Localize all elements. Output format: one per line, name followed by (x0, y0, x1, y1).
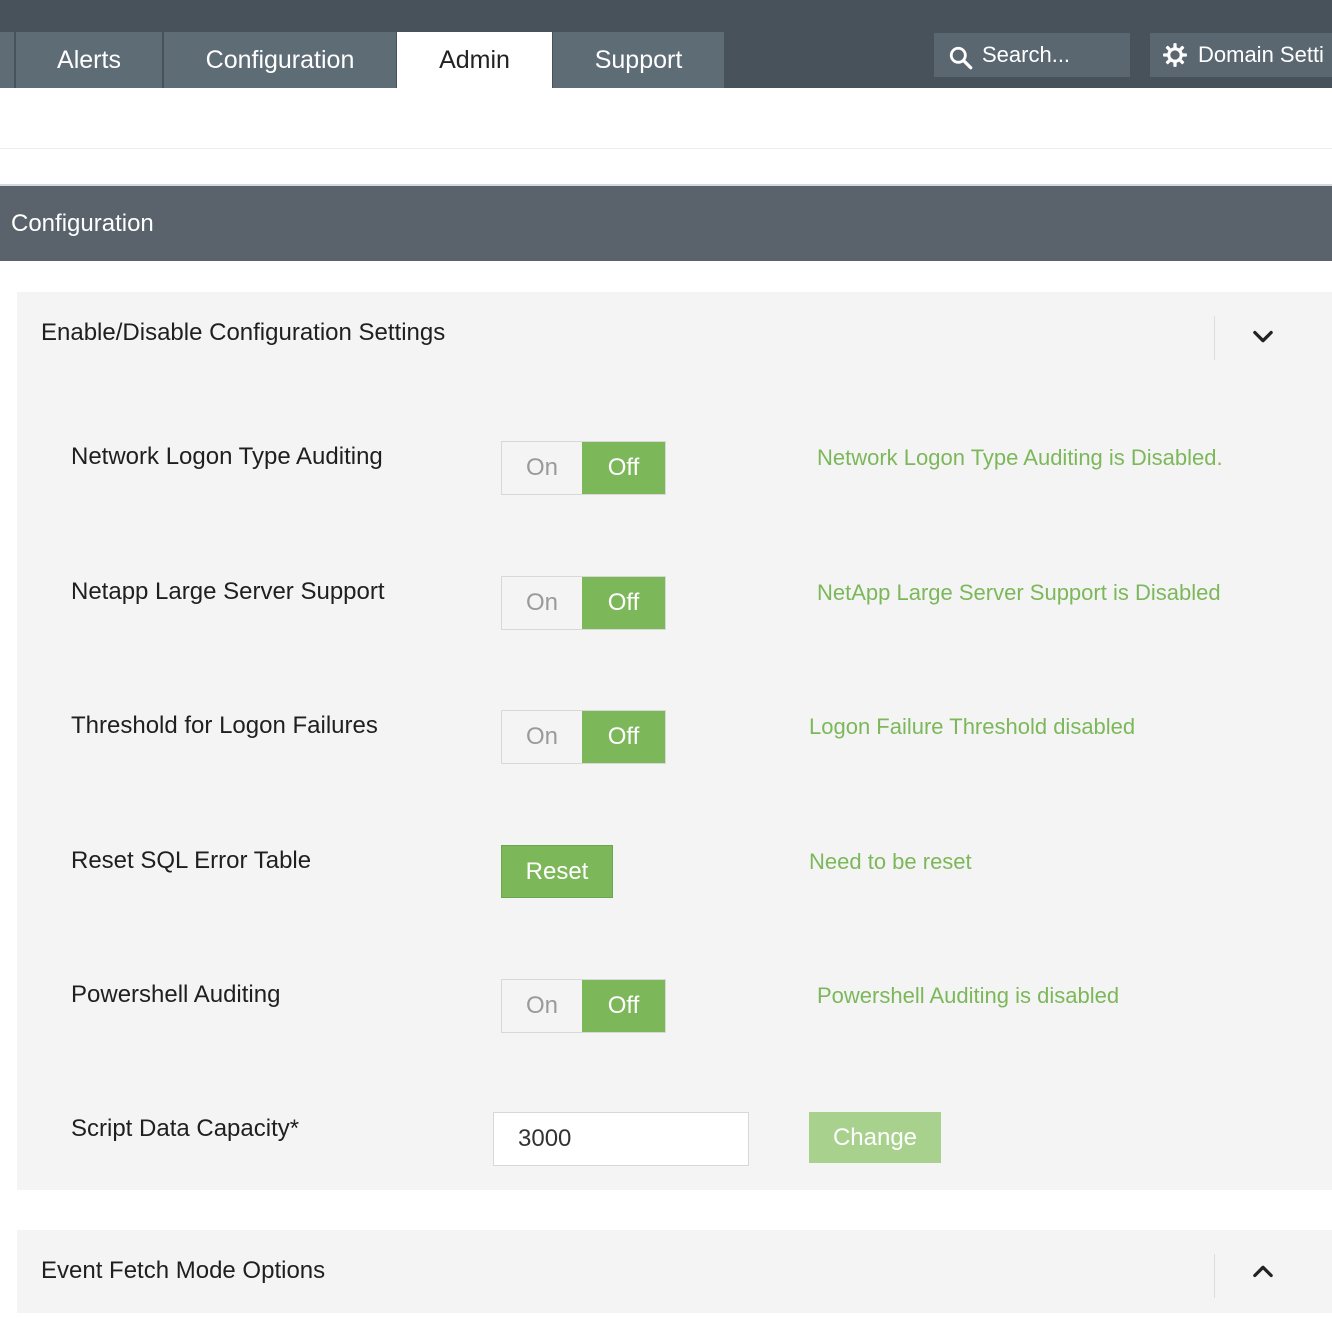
event-fetch-panel: Event Fetch Mode Options (17, 1230, 1332, 1313)
network-logon-toggle[interactable]: On Off (501, 441, 666, 495)
row-label-logon-threshold: Threshold for Logon Failures (71, 712, 378, 739)
row-label-reset-sql: Reset SQL Error Table (71, 847, 312, 874)
toggle-on-option[interactable]: On (502, 711, 582, 763)
status-text: Powershell Auditing is disabled (817, 983, 1120, 1008)
top-nav-bar: Alerts Configuration Admin Support Searc… (0, 0, 1332, 88)
reset-button[interactable]: Reset (501, 845, 613, 898)
panel-title: Event Fetch Mode Options (41, 1257, 326, 1284)
row-label-script-capacity: Script Data Capacity* (71, 1115, 300, 1142)
input-value: 3000 (518, 1125, 572, 1152)
divider (1214, 316, 1215, 360)
tab-alerts[interactable]: Alerts (16, 32, 162, 88)
row-label-network-logon: Network Logon Type Auditing (71, 443, 383, 470)
divider (1214, 1254, 1215, 1298)
tab-label: Support (594, 45, 683, 74)
toggle-off-option[interactable]: Off (582, 980, 665, 1032)
status-text: Need to be reset (809, 849, 972, 874)
toggle-on-option[interactable]: On (502, 577, 582, 629)
row-label-netapp: Netapp Large Server Support (71, 578, 385, 605)
search-box[interactable]: Search... (934, 33, 1130, 77)
section-header: Configuration (0, 184, 1332, 261)
tab-configuration[interactable]: Configuration (164, 32, 396, 88)
toggle-on-option[interactable]: On (502, 442, 582, 494)
divider (0, 148, 1332, 149)
tab-edge (0, 32, 14, 88)
row-label-powershell: Powershell Auditing (71, 981, 281, 1008)
config-settings-panel: Enable/Disable Configuration Settings (17, 292, 1332, 1190)
powershell-toggle[interactable]: On Off (501, 979, 666, 1033)
section-title: Configuration (11, 209, 154, 237)
tab-label: Alerts (57, 45, 121, 74)
toggle-off-option[interactable]: Off (582, 442, 665, 494)
chevron-up-icon[interactable] (1249, 1258, 1277, 1286)
tab-label: Admin (439, 45, 510, 74)
panel-title: Enable/Disable Configuration Settings (41, 319, 446, 346)
domain-settings-button[interactable]: Domain Setti (1150, 33, 1332, 77)
toggle-off-option[interactable]: Off (582, 711, 665, 763)
search-placeholder: Search... (982, 42, 1071, 67)
toggle-off-option[interactable]: Off (582, 577, 665, 629)
status-text: NetApp Large Server Support is Disabled (817, 580, 1221, 605)
netapp-toggle[interactable]: On Off (501, 576, 666, 630)
tab-support[interactable]: Support (553, 32, 724, 88)
logon-threshold-toggle[interactable]: On Off (501, 710, 666, 764)
status-text: Logon Failure Threshold disabled (809, 714, 1136, 739)
search-icon (949, 46, 973, 70)
change-button[interactable]: Change (809, 1112, 941, 1163)
chevron-down-icon[interactable] (1249, 322, 1277, 350)
script-capacity-input[interactable]: 3000 (493, 1112, 749, 1166)
gear-icon (1163, 43, 1187, 67)
tab-label: Configuration (205, 45, 355, 74)
domain-settings-label: Domain Setti (1198, 42, 1324, 67)
tab-admin[interactable]: Admin (397, 32, 552, 88)
status-text: Network Logon Type Auditing is Disabled. (817, 445, 1223, 470)
toggle-on-option[interactable]: On (502, 980, 582, 1032)
